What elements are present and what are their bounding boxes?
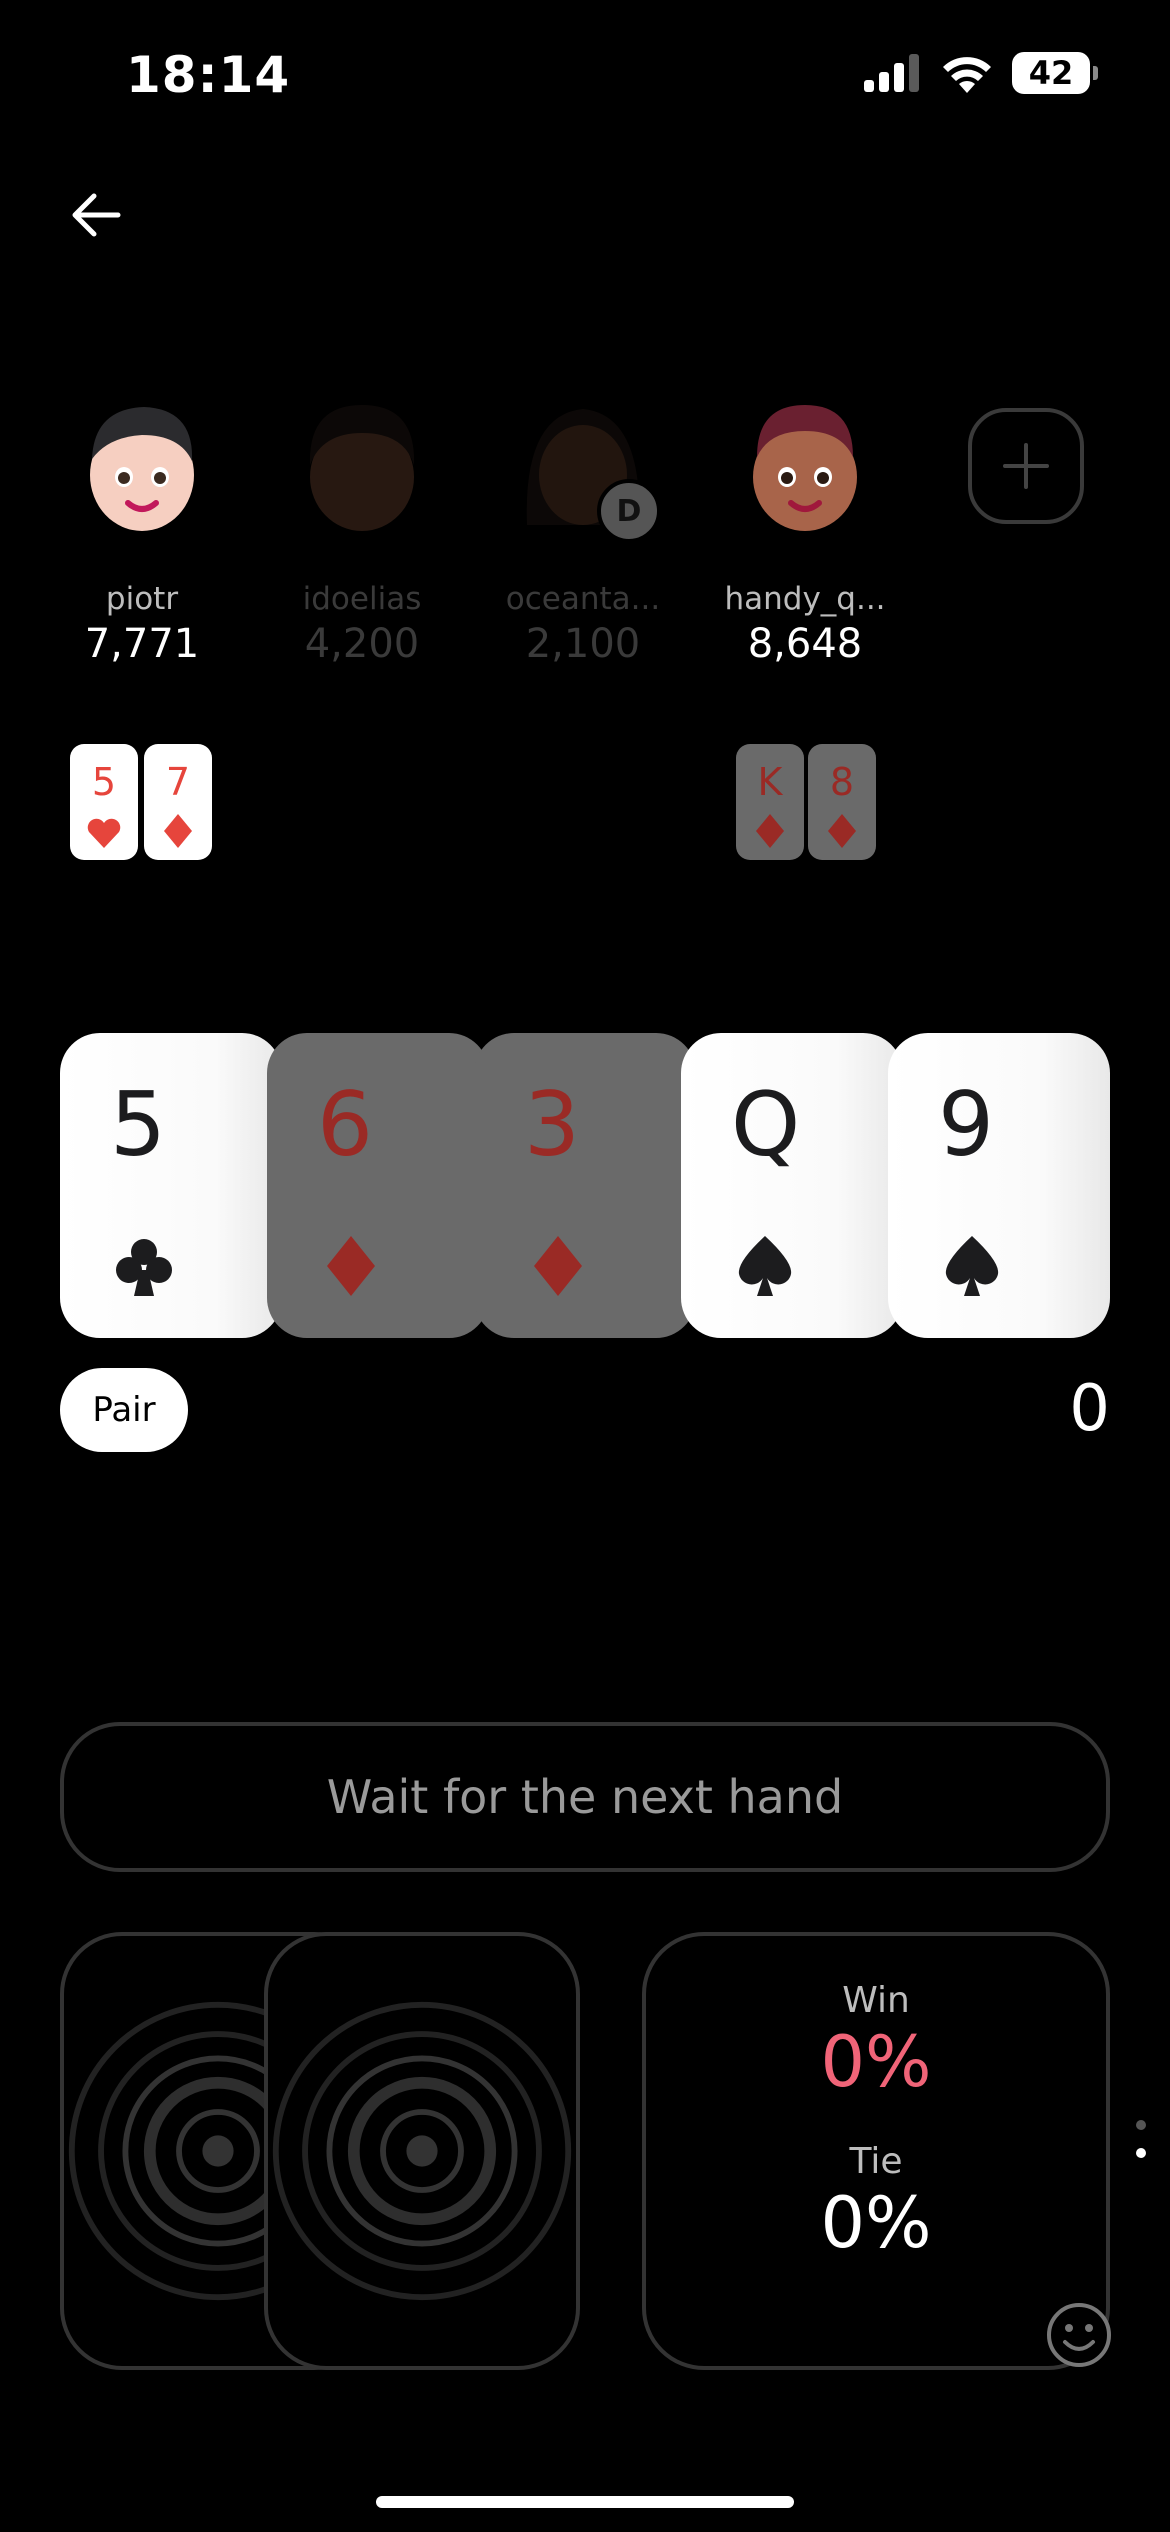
opponent-card-2: 8 xyxy=(808,744,876,860)
player-seat-handy[interactable]: handy_q... 8,648 xyxy=(710,395,900,667)
heart-icon xyxy=(87,818,121,848)
board-card-1: 5 xyxy=(60,1033,282,1338)
card-rank: K xyxy=(757,760,783,804)
battery-icon: 42 xyxy=(1012,52,1098,94)
tie-label: Tie xyxy=(849,2141,903,2182)
diamond-icon xyxy=(534,1236,582,1296)
wait-next-hand-button[interactable]: Wait for the next hand xyxy=(60,1722,1110,1872)
avatar xyxy=(735,395,875,535)
card-rank: 6 xyxy=(317,1073,373,1176)
my-card-2: 7 xyxy=(144,744,212,860)
card-rank: 7 xyxy=(165,760,191,804)
card-rank: 8 xyxy=(829,760,855,804)
avatar: D xyxy=(513,395,661,543)
avatar xyxy=(292,395,432,535)
pot-amount: 0 xyxy=(1069,1372,1110,1446)
avatar xyxy=(72,395,212,535)
player-name: oceanta... xyxy=(505,581,661,617)
player-seat-piotr[interactable]: piotr 7,771 xyxy=(47,395,237,667)
spade-icon xyxy=(945,1236,999,1296)
status-icons: 42 xyxy=(864,52,1098,94)
board-card-3: 3 xyxy=(474,1033,696,1338)
player-chips: 8,648 xyxy=(747,621,863,667)
diamond-icon xyxy=(164,814,192,848)
diamond-icon xyxy=(756,814,784,848)
odds-panel: Win 0% Tie 0% xyxy=(642,1932,1110,2370)
player-seat-idoelias[interactable]: idoelias 4,200 xyxy=(267,395,457,667)
card-rank: Q xyxy=(731,1073,801,1176)
page-indicator[interactable] xyxy=(1136,2120,1146,2176)
player-chips: 4,200 xyxy=(304,621,420,667)
emoji-reaction-icon[interactable] xyxy=(1044,2300,1114,2370)
back-arrow-icon[interactable] xyxy=(66,185,126,245)
page-dot-active xyxy=(1136,2148,1146,2158)
hole-card-back-2[interactable] xyxy=(264,1932,580,2370)
add-player-button[interactable] xyxy=(968,408,1084,524)
player-name: handy_q... xyxy=(724,581,886,617)
my-card-1: 5 xyxy=(70,744,138,860)
card-rank: 5 xyxy=(110,1073,166,1176)
player-chips: 7,771 xyxy=(84,621,200,667)
page-dot xyxy=(1136,2120,1146,2130)
status-time: 18:14 xyxy=(126,46,291,104)
card-rank: 5 xyxy=(91,760,117,804)
wifi-icon xyxy=(943,57,991,93)
diamond-icon xyxy=(828,814,856,848)
diamond-icon xyxy=(327,1236,375,1296)
plus-icon xyxy=(1003,443,1049,489)
board-card-5: 9 xyxy=(888,1033,1110,1338)
card-back-pattern-icon xyxy=(272,2001,572,2301)
hand-rank-badge: Pair xyxy=(60,1368,188,1452)
board-card-2: 6 xyxy=(267,1033,489,1338)
board-card-4: Q xyxy=(681,1033,903,1338)
player-name: piotr xyxy=(105,581,179,617)
win-value: 0% xyxy=(820,2021,932,2103)
opponent-card-1: K xyxy=(736,744,804,860)
card-rank: 9 xyxy=(938,1073,994,1176)
spade-icon xyxy=(738,1236,792,1296)
player-seat-oceanta[interactable]: D oceanta... 2,100 xyxy=(488,395,678,667)
signal-icon xyxy=(864,54,919,92)
dealer-button: D xyxy=(597,479,661,543)
tie-value: 0% xyxy=(820,2182,932,2264)
card-rank: 3 xyxy=(524,1073,580,1176)
player-name: idoelias xyxy=(302,581,422,617)
club-icon xyxy=(116,1239,172,1296)
win-label: Win xyxy=(842,1980,910,2021)
home-indicator[interactable] xyxy=(376,2496,794,2508)
player-chips: 2,100 xyxy=(525,621,641,667)
